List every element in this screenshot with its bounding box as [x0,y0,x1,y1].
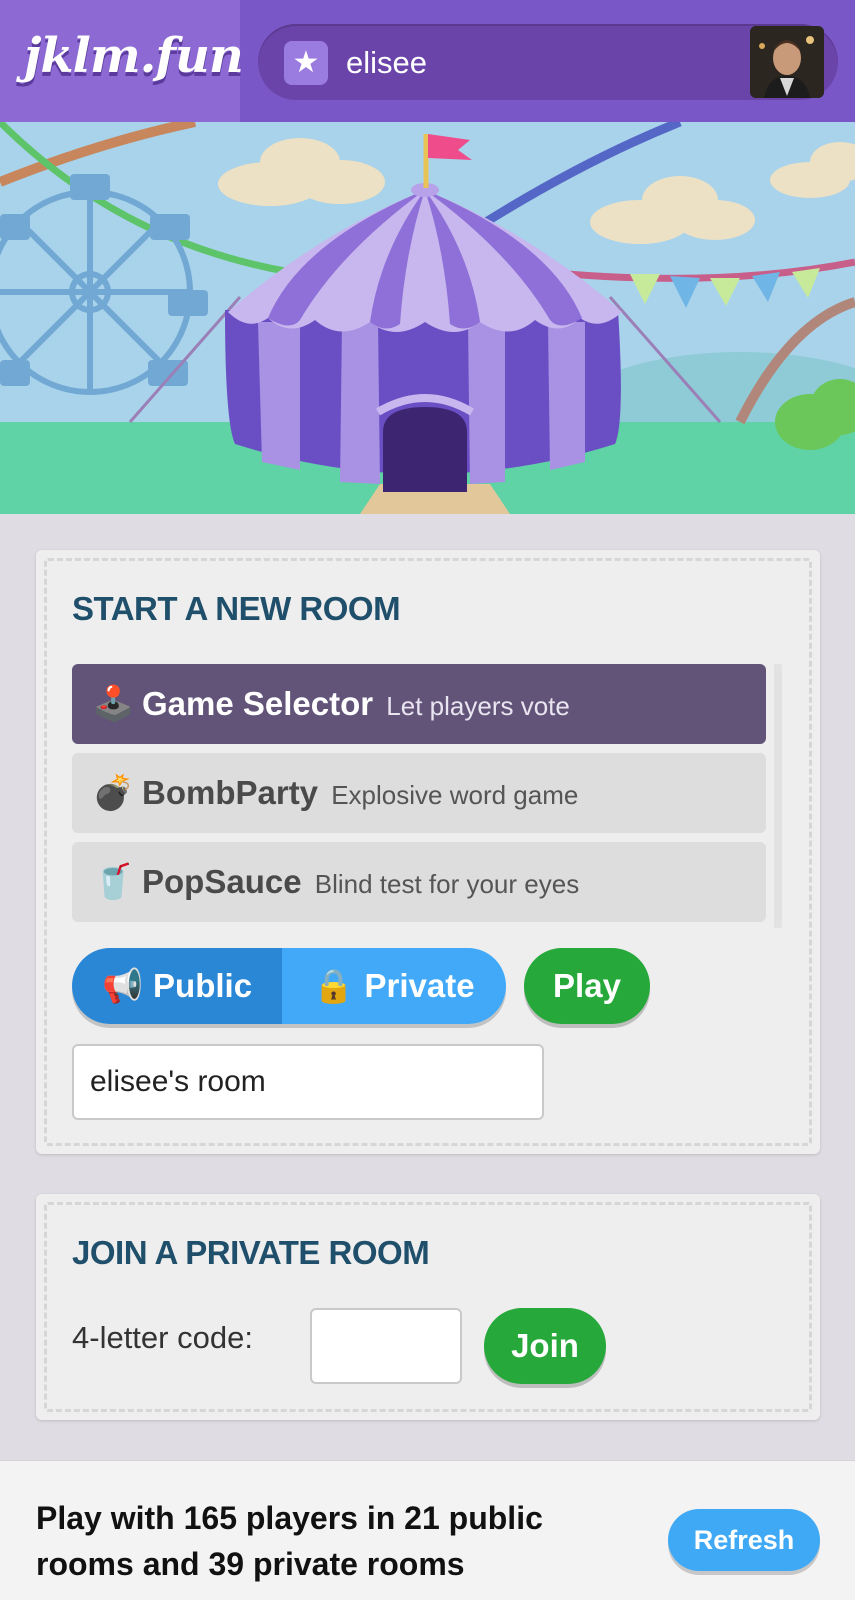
game-option-game-selector[interactable]: 🕹️ Game Selector Let players vote [72,664,766,744]
game-list: 🕹️ Game Selector Let players vote 💣 Bomb… [72,664,766,931]
user-profile-pill[interactable]: ★ elisee [258,24,838,100]
footer-bar: Play with 165 players in 21 public rooms… [0,1460,855,1600]
play-button[interactable]: Play [524,948,650,1024]
game-description: Let players vote [386,691,570,721]
game-title: Game Selector Let players vote [142,682,570,728]
start-room-title: START A NEW ROOM [72,590,401,627]
room-name-input[interactable] [72,1044,544,1120]
start-new-room-card: START A NEW ROOM 🕹️ Game Selector Let pl… [36,550,820,1154]
top-header: jklm.fun ★ elisee [0,0,855,122]
player-count-status: Play with 165 players in 21 public rooms… [36,1500,543,1582]
hero-illustration [0,122,855,514]
game-option-bombparty[interactable]: 💣 BombParty Explosive word game [72,753,766,833]
game-name: PopSauce [142,863,302,900]
logo-link[interactable]: jklm.fun [0,0,244,122]
join-room-title: JOIN A PRIVATE ROOM [72,1234,430,1271]
avatar[interactable] [750,26,824,98]
game-option-popsauce[interactable]: 🥤 PopSauce Blind test for your eyes [72,842,766,922]
game-description: Blind test for your eyes [314,869,580,899]
game-title: PopSauce Blind test for your eyes [142,860,579,906]
game-list-scrollbar[interactable] [774,664,782,928]
join-button[interactable]: Join [484,1308,606,1384]
public-button[interactable]: 📢 Public [72,948,282,1024]
game-name: Game Selector [142,685,374,722]
joystick-icon: 🕹️ [92,684,135,724]
game-description: Explosive word game [331,780,579,810]
game-name: BombParty [142,774,319,811]
refresh-button[interactable]: Refresh [668,1509,820,1571]
star-icon: ★ [284,41,328,85]
public-label: Public [153,967,253,1004]
game-title: BombParty Explosive word game [142,771,578,817]
bomb-icon: 💣 [92,773,135,813]
room-code-label: 4-letter code: [72,1320,253,1355]
site-logo: jklm.fun [24,28,244,84]
private-label: Private [364,967,475,1004]
private-button[interactable]: 🔒 Private [282,948,506,1024]
username: elisee [346,45,427,80]
join-private-room-card: JOIN A PRIVATE ROOM 4-letter code: Join [36,1194,820,1420]
megaphone-icon: 📢 [101,966,144,1004]
cup-with-straw-icon: 🥤 [92,862,135,902]
lock-icon: 🔒 [313,966,355,1004]
visibility-toggle: 📢 Public 🔒 Private [72,948,506,1024]
room-code-input[interactable] [310,1308,462,1384]
